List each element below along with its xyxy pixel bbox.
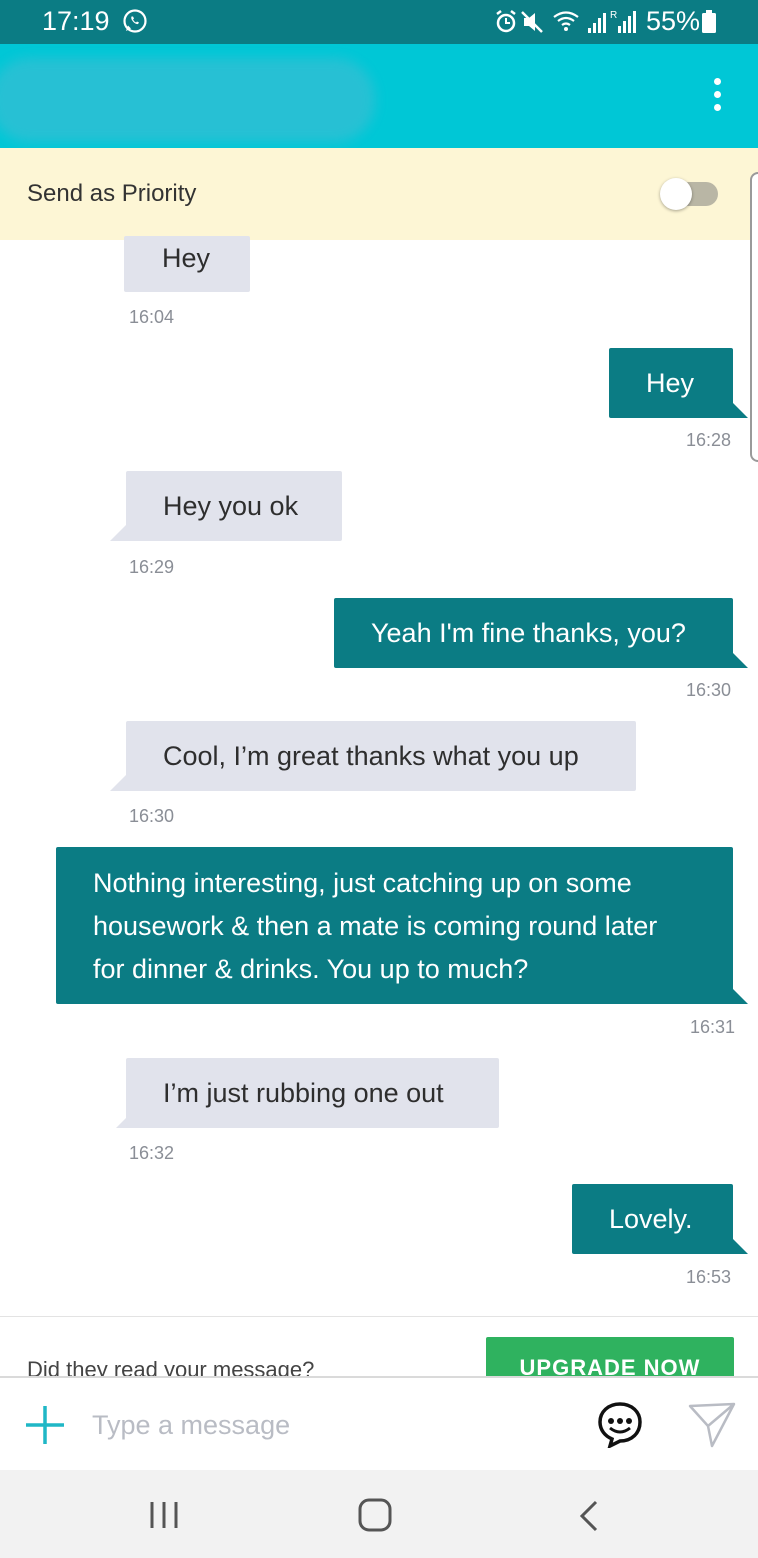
system-navigation-bar [0,1470,758,1558]
send-icon[interactable] [688,1402,736,1448]
message-bubble-incoming[interactable]: I’m just rubbing one out [126,1058,499,1128]
message-composer [0,1376,758,1472]
priority-toggle[interactable] [660,178,718,210]
upgrade-now-button[interactable]: UPGRADE NOW [486,1337,734,1377]
priority-bar: Send as Priority [0,148,758,240]
message-text: Hey you ok [163,491,299,521]
read-receipt-upsell: Did they read your message? UPGRADE NOW [0,1316,758,1377]
message-line: for dinner & drinks. You up to much? [93,954,529,984]
emoji-chat-icon[interactable] [596,1400,644,1448]
message-time: 16:28 [686,430,732,450]
bubble-tail [730,1236,748,1254]
message-text: Hey [162,243,211,273]
battery-icon [702,10,716,33]
more-vertical-icon[interactable] [706,78,728,118]
message-time: 16:29 [129,557,175,577]
status-icons: R [496,10,636,33]
edge-panel-handle[interactable] [750,172,758,462]
message-bubble-incoming[interactable]: Hey [124,236,250,292]
plus-icon[interactable] [24,1404,66,1446]
home-icon[interactable] [358,1498,392,1532]
message-text: Nothing interesting, just catching up on… [93,862,657,991]
message-bubble-incoming[interactable]: Hey you ok [126,471,342,541]
priority-label: Send as Priority [27,180,197,207]
message-text: Yeah I'm fine thanks, you? [371,618,686,648]
status-time: 17:19 [42,6,110,36]
bubble-tail [730,986,748,1004]
redacted-contact-name [0,58,375,142]
message-time: 16:31 [690,1017,736,1037]
message-line: Nothing interesting, just catching up on… [93,868,632,898]
message-time: 16:32 [129,1143,175,1163]
upsell-text: Did they read your message? [27,1357,315,1377]
message-text: Cool, I’m great thanks what you up [163,741,579,771]
svg-text:R: R [610,10,617,21]
status-bar: 17:19 R 55% [0,0,758,44]
signal-icon [588,13,606,33]
bubble-tail [730,650,748,668]
whatsapp-icon [123,9,147,33]
toggle-knob [660,178,692,210]
message-text: Lovely. [609,1204,693,1234]
message-text: Hey [646,368,695,398]
message-bubble-outgoing[interactable]: Lovely. [572,1184,733,1254]
app-bar [0,44,758,148]
message-time: 16:53 [686,1267,732,1287]
alarm-icon [496,10,516,33]
message-text: I’m just rubbing one out [163,1078,444,1108]
bubble-tail [110,523,128,541]
message-time: 16:30 [129,806,175,826]
message-input[interactable] [92,1402,572,1448]
mute-icon [521,11,543,33]
recents-icon[interactable] [148,1500,180,1530]
signal-roaming-icon: R [610,10,636,33]
message-bubble-outgoing[interactable]: Yeah I'm fine thanks, you? [334,598,733,668]
message-time: 16:04 [129,307,175,327]
message-bubble-outgoing[interactable]: Nothing interesting, just catching up on… [56,847,733,1004]
back-icon[interactable] [576,1500,600,1532]
bubble-tail [730,400,748,418]
bubble-tail [116,1110,134,1128]
bubble-tail [110,773,128,791]
message-bubble-outgoing[interactable]: Hey [609,348,733,418]
message-bubble-incoming[interactable]: Cool, I’m great thanks what you up [126,721,636,791]
battery-percent: 55% [646,6,701,36]
message-line: housework & then a mate is coming round … [93,911,658,941]
wifi-icon [553,11,579,31]
message-time: 16:30 [686,680,732,700]
